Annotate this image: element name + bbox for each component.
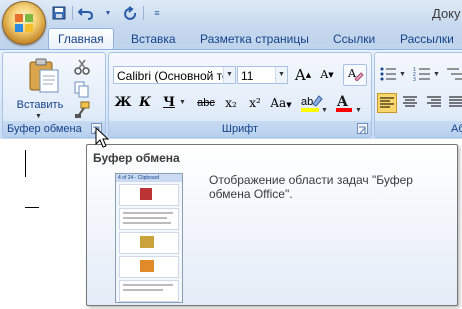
font-size-value: 11 [241,69,254,83]
align-right-button[interactable] [425,93,445,113]
tab-mailings[interactable]: Рассылки [400,29,454,49]
paste-label: Вставить [16,99,64,111]
multilevel-list-button[interactable] [445,65,462,83]
change-case-label: Aa [270,96,287,110]
align-left-button[interactable] [377,93,397,113]
underline-button[interactable]: Ч [159,93,179,113]
title-bar: ▼ ≡ Доку [0,0,462,27]
redo-icon[interactable] [121,4,139,22]
italic-button[interactable]: К [135,93,155,113]
preview-item [119,208,179,230]
clipboard-group-label: Буфер обмена [3,121,105,137]
align-right-icon [427,96,441,107]
multilevel-list-icon [447,68,462,80]
preview-item [119,184,179,206]
tooltip-title: Буфер обмена [93,151,180,165]
tab-references[interactable]: Ссылки [333,29,375,49]
font-name-dropdown-icon[interactable]: ▼ [223,67,235,83]
paragraph-group: ▼ 1 2 3 ▼ Аб [374,52,462,138]
align-center-icon [403,96,417,107]
quick-access-toolbar: ▼ ≡ [50,4,166,22]
tab-page-layout[interactable]: Разметка страницы [200,29,309,49]
subscript-button[interactable]: x₂ [221,93,241,113]
svg-text:▼: ▼ [321,107,328,114]
qat-separator [143,6,144,20]
clear-formatting-button[interactable]: A [343,64,367,86]
paste-icon [29,58,59,93]
align-left-icon [380,97,394,108]
tab-insert[interactable]: Вставка [131,29,176,49]
bullets-icon: ▼ [380,67,406,81]
paragraph-group-label: Аб [375,121,462,137]
font-group: Calibri (Основной те ▼ 11 ▼ A▲ A▼ A Ж К … [108,52,372,138]
undo-dropdown-icon[interactable]: ▼ [99,4,117,22]
font-color-icon: A ▼ [336,94,362,114]
qat-separator [72,6,73,20]
bold-button[interactable]: Ж [113,93,133,113]
paste-button[interactable]: Вставить ▼ [9,57,67,120]
text-highlight-button[interactable]: ab ▼ [299,92,329,116]
text-cursor [25,150,26,177]
clipboard-pane-preview: 4 of 24 - Clipboard [115,173,183,303]
format-painter-icon[interactable] [73,101,91,119]
save-icon[interactable] [50,4,68,22]
office-logo-icon [15,14,33,32]
svg-text:▼: ▼ [355,107,362,114]
justify-icon [449,96,462,107]
document-title: Доку [432,6,461,21]
svg-text:3: 3 [413,77,416,83]
justify-button[interactable] [447,93,462,113]
align-center-button[interactable] [401,93,421,113]
numbering-icon: 123▼ [413,67,440,83]
clipboard-tooltip: Буфер обмена 4 of 24 - Clipboard Отображ… [86,144,458,306]
font-group-label: Шрифт [109,121,371,137]
svg-text:▼: ▼ [399,71,406,78]
shrink-font-button[interactable]: A▼ [317,65,337,85]
change-case-button[interactable]: Aa▼ [269,93,293,113]
highlighter-icon: ab ▼ [301,95,328,114]
ribbon-tabs: Главная Вставка Разметка страницы Ссылки… [0,27,462,50]
cut-icon[interactable] [73,58,91,76]
mouse-pointer-icon [95,127,110,148]
font-color-button[interactable]: A ▼ [333,92,365,116]
ribbon: Вставить ▼ Буфер обмена Calibri (Основно… [0,49,462,140]
svg-text:ab: ab [301,96,313,108]
preview-item [119,256,179,278]
customize-qat-icon[interactable]: ≡ [148,4,166,22]
font-name-value: Calibri (Основной те [117,69,229,83]
font-size-combo[interactable]: 11 ▼ [237,66,288,84]
bullets-button[interactable]: ▼ [379,65,409,83]
copy-icon[interactable] [73,80,91,98]
preview-item [119,232,179,254]
clipboard-group: Вставить ▼ Буфер обмена [2,52,106,138]
font-size-dropdown-icon[interactable]: ▼ [275,67,287,83]
svg-text:▼: ▼ [433,71,440,78]
preview-header: 4 of 24 - Clipboard [116,174,182,182]
superscript-button[interactable]: x² [245,93,265,113]
preview-item [119,280,179,302]
strikethrough-button[interactable]: abc [193,93,219,113]
document-mark [25,207,39,208]
grow-font-label: A [294,66,306,84]
clear-formatting-icon: A [347,67,364,82]
font-name-combo[interactable]: Calibri (Основной те ▼ [113,66,236,84]
undo-icon[interactable] [77,4,95,22]
svg-text:A: A [336,94,349,110]
office-button[interactable] [2,1,46,45]
tooltip-description: Отображение области задач "Буфер обмена … [209,173,413,201]
launcher-arrow-icon [359,126,366,134]
tab-home[interactable]: Главная [48,28,114,50]
font-dialog-launcher[interactable] [357,123,368,134]
paste-dropdown-icon[interactable]: ▼ [35,113,42,120]
grow-font-button[interactable]: A▲ [293,65,313,85]
underline-dropdown-icon[interactable]: ▼ [179,99,186,106]
numbering-button[interactable]: 1 2 3 ▼ [413,65,443,83]
